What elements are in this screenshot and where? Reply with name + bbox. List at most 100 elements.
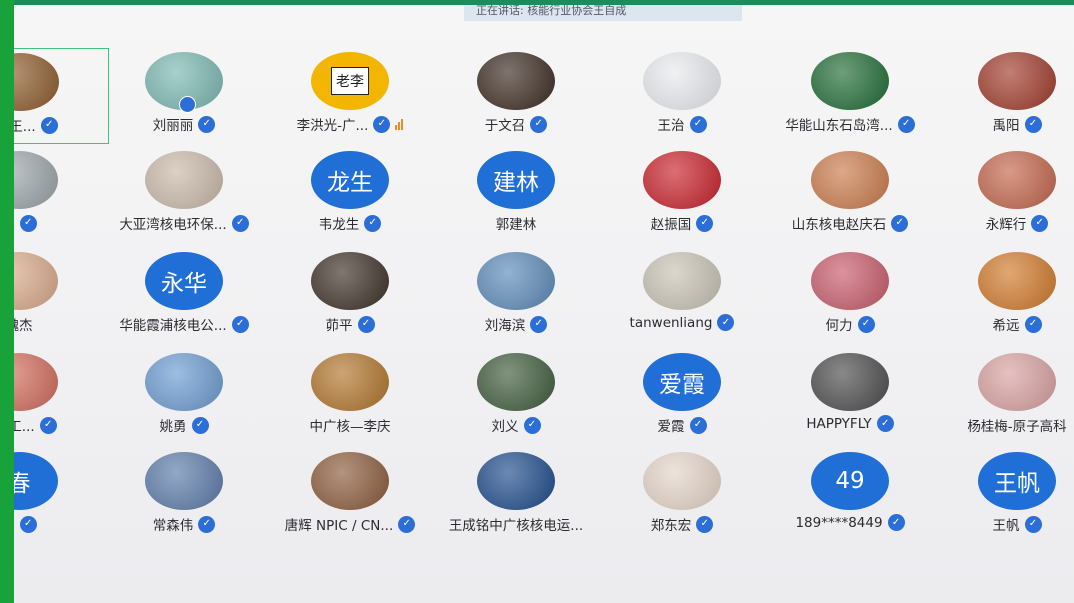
participant-name-row: 永辉行 ✓ — [927, 213, 1074, 233]
participant-tile[interactable]: tanwenliang ✓ — [592, 248, 772, 344]
participant-tile[interactable]: HAPPYFLY ✓ — [760, 349, 940, 445]
verified-icon: ✓ — [364, 214, 382, 232]
participant-tile[interactable]: 王成铭中广核核电运... — [426, 448, 606, 544]
avatar: 永华 — [145, 252, 223, 310]
participant-name-row: 姚勇 ✓ — [94, 415, 274, 435]
avatar-label: 老李 — [331, 67, 369, 95]
participant-name-row: 刘丽丽 ✓ — [94, 114, 274, 134]
participant-tile[interactable]: 刘丽丽 ✓ — [94, 48, 274, 144]
verified-icon: ✓ — [1024, 515, 1042, 533]
participant-tile[interactable]: 永华华能霞浦核电公... ✓ — [94, 248, 274, 344]
participant-name-row: 爱霞 ✓ — [592, 415, 772, 435]
speaking-banner: 正在讲话: 核能行业协会王自成 — [464, 5, 742, 21]
participant-name-row: 刘义 ✓ — [426, 415, 606, 435]
participant-tile[interactable]: 刘海滨 ✓ — [426, 248, 606, 344]
participant-name: 华能霞浦核电公... — [119, 318, 227, 334]
participant-name: 姚勇 — [159, 419, 187, 435]
participant-tile[interactable]: 刘义 ✓ — [426, 349, 606, 445]
participant-tile[interactable]: 王帆 王帆 ✓ — [927, 448, 1074, 544]
verified-icon: ✓ — [1024, 315, 1042, 333]
avatar: 春 — [14, 452, 58, 510]
verified-icon: ✓ — [40, 116, 58, 134]
participant-grid: 正在讲话: 核能行业协会王自成 协会王...✓刘丽丽✓老李李洪光-广...✓于文… — [14, 5, 1074, 603]
participant-tile[interactable]: 山东核电赵庆石 ✓ — [760, 147, 940, 243]
participant-name: 魏杰 — [14, 318, 33, 334]
verified-icon: ✓ — [398, 515, 416, 533]
participant-name-row: 希远 ✓ — [927, 314, 1074, 334]
avatar — [14, 252, 58, 310]
participant-name-row: 常森伟 ✓ — [94, 514, 274, 534]
verified-icon: ✓ — [231, 315, 249, 333]
verified-icon: ✓ — [689, 416, 707, 434]
verified-icon: ✓ — [39, 416, 57, 434]
participant-tile[interactable]: 茆平 ✓ — [260, 248, 440, 344]
participant-name-row: 郭建林 — [426, 213, 606, 233]
avatar — [811, 52, 889, 110]
verified-icon: ✓ — [373, 115, 391, 133]
participant-tile[interactable]: 杨桂梅-原子高科 — [927, 349, 1074, 445]
participant-tile[interactable]: 常森伟 ✓ — [94, 448, 274, 544]
participant-name-row: 王治 ✓ — [592, 114, 772, 134]
participant-tile[interactable]: 永辉行 ✓ — [927, 147, 1074, 243]
avatar — [811, 151, 889, 209]
participant-name: tanwenliang — [629, 314, 713, 331]
verified-icon: ✓ — [696, 214, 714, 232]
avatar — [311, 353, 389, 411]
verified-icon: ✓ — [857, 315, 875, 333]
verified-icon: ✓ — [876, 415, 894, 432]
avatar — [978, 353, 1056, 411]
participant-tile[interactable]: 何力 ✓ — [760, 248, 940, 344]
participant-name: 189****8449 — [795, 514, 883, 531]
verified-icon: ✓ — [530, 115, 548, 133]
avatar — [145, 452, 223, 510]
participant-tile[interactable]: 爱霞 爱霞 ✓ — [592, 349, 772, 445]
participant-name: 唐辉 NPIC / CN... — [284, 518, 394, 534]
participant-tile[interactable]: 建林 郭建林 — [426, 147, 606, 243]
verified-icon: ✓ — [897, 115, 915, 133]
participant-name-row: 中广核—李庆 — [260, 415, 440, 435]
participant-name: 茆平 — [325, 318, 353, 334]
participant-name: 刘海滨 — [484, 318, 526, 334]
verified-icon: ✓ — [198, 515, 216, 533]
avatar — [311, 252, 389, 310]
participant-tile[interactable]: 唐辉 NPIC / CN... ✓ — [260, 448, 440, 544]
avatar — [14, 353, 58, 411]
verified-icon: ✓ — [696, 515, 714, 533]
avatar — [643, 452, 721, 510]
participant-tile[interactable]: 姚勇 ✓ — [94, 349, 274, 445]
participant-name: 王帆 — [992, 518, 1020, 534]
participant-tile[interactable]: 禹阳 ✓ — [927, 48, 1074, 144]
participant-name: 于文召 — [484, 118, 526, 134]
participant-name-row: 禹阳 ✓ — [927, 114, 1074, 134]
participant-name: HAPPYFLY — [806, 415, 872, 432]
participant-name: 春 — [14, 514, 15, 534]
participant-tile[interactable]: 郑东宏 ✓ — [592, 448, 772, 544]
participant-name: 永辉行 — [985, 217, 1027, 233]
verified-icon: ✓ — [1031, 214, 1049, 232]
avatar — [978, 52, 1056, 110]
avatar — [14, 151, 58, 209]
participant-tile[interactable]: 龙生 韦龙生 ✓ — [260, 147, 440, 243]
participant-tile[interactable]: 希远 ✓ — [927, 248, 1074, 344]
avatar — [643, 52, 721, 110]
participant-name: 爱霞 — [657, 419, 685, 435]
participant-tile[interactable]: 老李李洪光-广... ✓ — [260, 48, 440, 144]
avatar — [811, 252, 889, 310]
verified-icon: ✓ — [357, 315, 375, 333]
participant-tile[interactable]: 王治 ✓ — [592, 48, 772, 144]
participant-name-row: 李洪光-广... ✓ — [260, 114, 440, 134]
participant-tile[interactable]: 于文召 ✓ — [426, 48, 606, 144]
participant-tile[interactable]: 赵振国 ✓ — [592, 147, 772, 243]
participant-name: 杨桂梅-原子高科 — [967, 419, 1067, 435]
participant-name: 王成铭中广核核电运... — [448, 518, 584, 534]
participant-name: 协会王... — [14, 119, 36, 135]
participant-name-row: 杨桂梅-原子高科 — [927, 415, 1074, 435]
participant-tile[interactable]: 大亚湾核电环保... ✓ — [94, 147, 274, 243]
participant-tile[interactable]: 49 189****8449 ✓ — [760, 448, 940, 544]
verified-icon: ✓ — [689, 115, 707, 133]
participant-name-row: tanwenliang ✓ — [592, 314, 772, 331]
avatar — [643, 151, 721, 209]
participant-tile[interactable]: 中广核—李庆 — [260, 349, 440, 445]
verified-icon: ✓ — [530, 315, 548, 333]
participant-tile[interactable]: 华能山东石岛湾... ✓ — [760, 48, 940, 144]
